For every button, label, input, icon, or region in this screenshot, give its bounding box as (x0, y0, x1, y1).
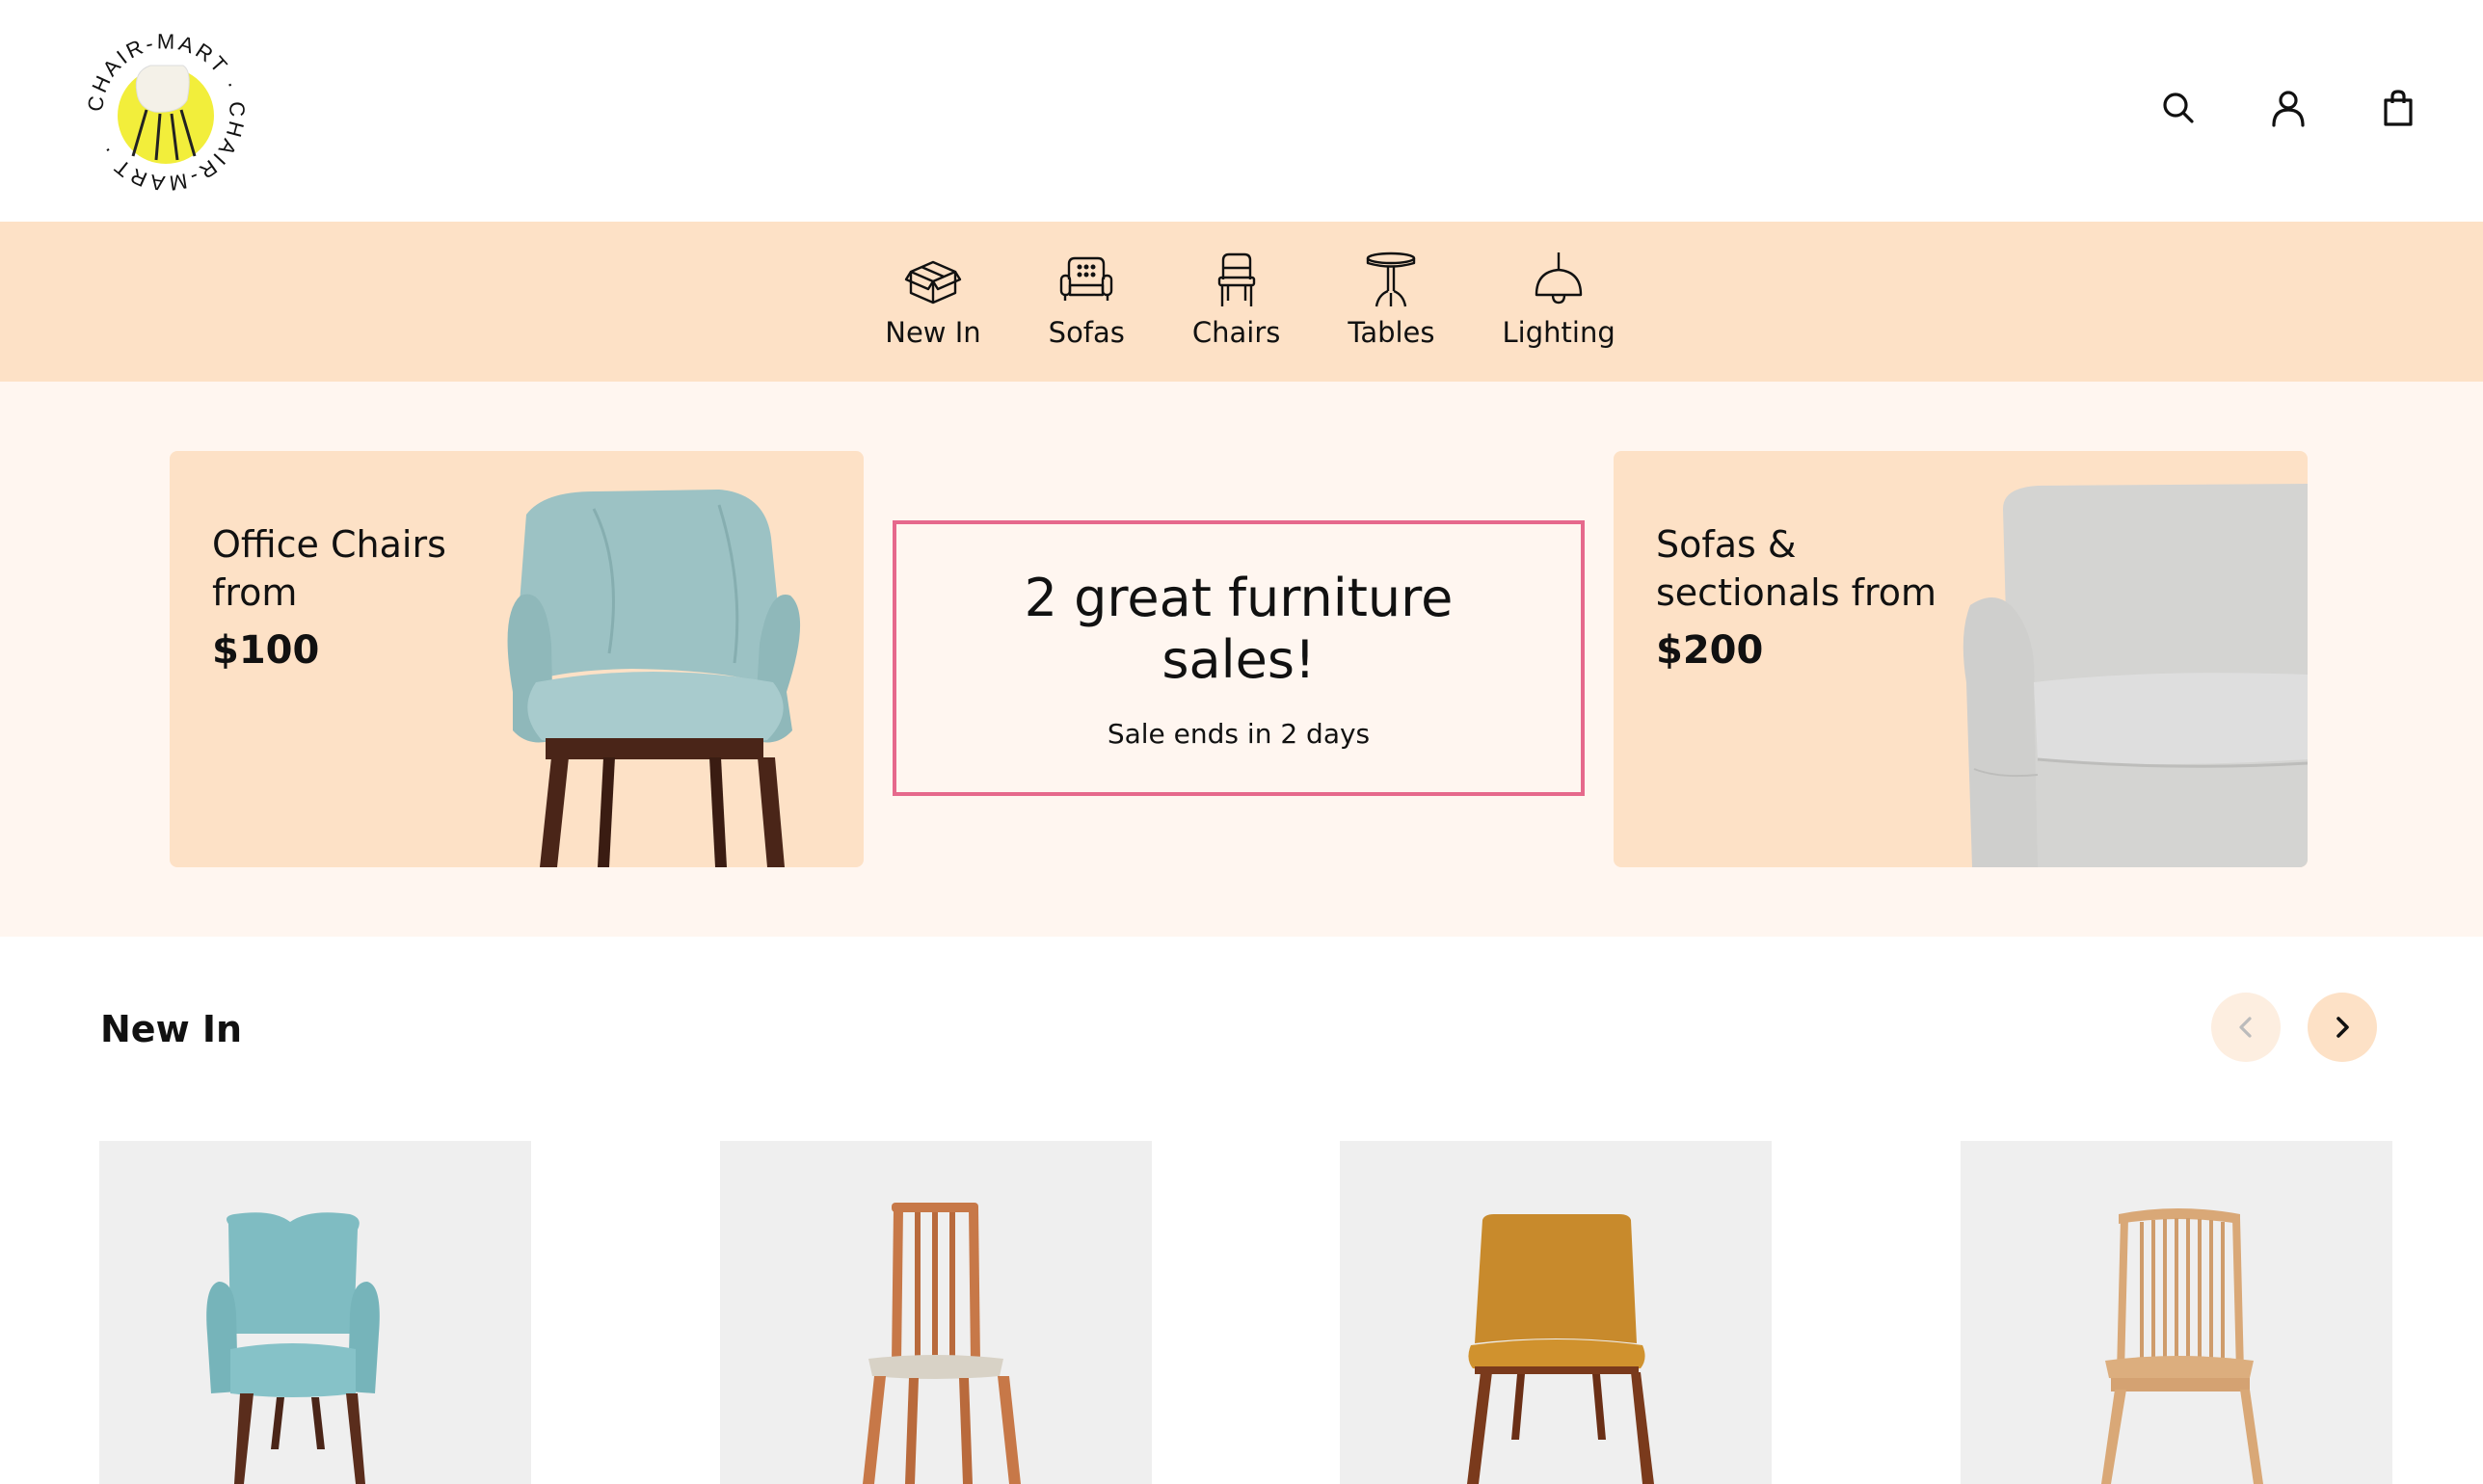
lamp-icon (1535, 252, 1583, 305)
category-label: Tables (1348, 316, 1435, 349)
site-header: CHAIR-MART · CHAIR-MART · (0, 0, 2483, 222)
search-icon[interactable] (2157, 87, 2200, 129)
category-label: Sofas (1048, 316, 1125, 349)
category-label: New In (885, 316, 981, 349)
office-chairs-promo-card[interactable]: Office Chairs from $100 (170, 451, 864, 867)
category-label: Chairs (1191, 316, 1281, 349)
category-new-in[interactable]: New In (885, 251, 981, 349)
shopping-bag-icon[interactable] (2377, 87, 2419, 129)
product-card[interactable] (99, 1141, 531, 1484)
blue-armchair-image (206, 1212, 380, 1484)
user-icon[interactable] (2267, 87, 2309, 129)
chair-mart-logo[interactable]: CHAIR-MART · CHAIR-MART · (83, 29, 247, 196)
grey-sofa-image (1962, 484, 2308, 867)
chevron-left-icon (2239, 1017, 2252, 1038)
category-tables[interactable]: Tables (1348, 251, 1435, 349)
sofa-icon (1060, 256, 1113, 301)
category-lighting[interactable]: Lighting (1503, 251, 1615, 349)
chair-icon (1217, 252, 1255, 306)
sale-subtitle: Sale ends in 2 days (1107, 717, 1371, 750)
chevron-right-icon (2336, 1017, 2349, 1038)
category-chairs[interactable]: Chairs (1191, 251, 1281, 349)
product-card[interactable] (720, 1141, 1152, 1484)
section-title: New In (100, 1008, 243, 1050)
category-nav: New In Sofas Chairs Tables Lighting (0, 222, 2483, 382)
table-icon (1367, 252, 1416, 307)
carousel-prev-button[interactable] (2211, 993, 2281, 1062)
header-actions (2157, 87, 2419, 129)
sale-title: 2 great furniture sales! (1024, 567, 1454, 690)
carousel-next-button[interactable] (2308, 993, 2377, 1062)
natural-wood-spindle-chair-image (2101, 1208, 2263, 1484)
promo-section: Office Chairs from $100 2 great furnitur… (0, 382, 2483, 937)
category-sofas[interactable]: Sofas (1049, 251, 1125, 349)
sofas-promo-card[interactable]: Sofas & sectionals from $200 (1614, 451, 2308, 867)
product-carousel (99, 1141, 2393, 1484)
blue-office-chair-image (507, 490, 801, 867)
box-icon (904, 260, 962, 305)
product-card[interactable] (1340, 1141, 1772, 1484)
sale-banner[interactable]: 2 great furniture sales! Sale ends in 2 … (893, 520, 1585, 796)
category-label: Lighting (1502, 316, 1615, 349)
product-card[interactable] (1961, 1141, 2392, 1484)
mustard-upholstered-chair-image (1467, 1214, 1654, 1484)
spindle-back-dining-chair-image (863, 1203, 1021, 1484)
